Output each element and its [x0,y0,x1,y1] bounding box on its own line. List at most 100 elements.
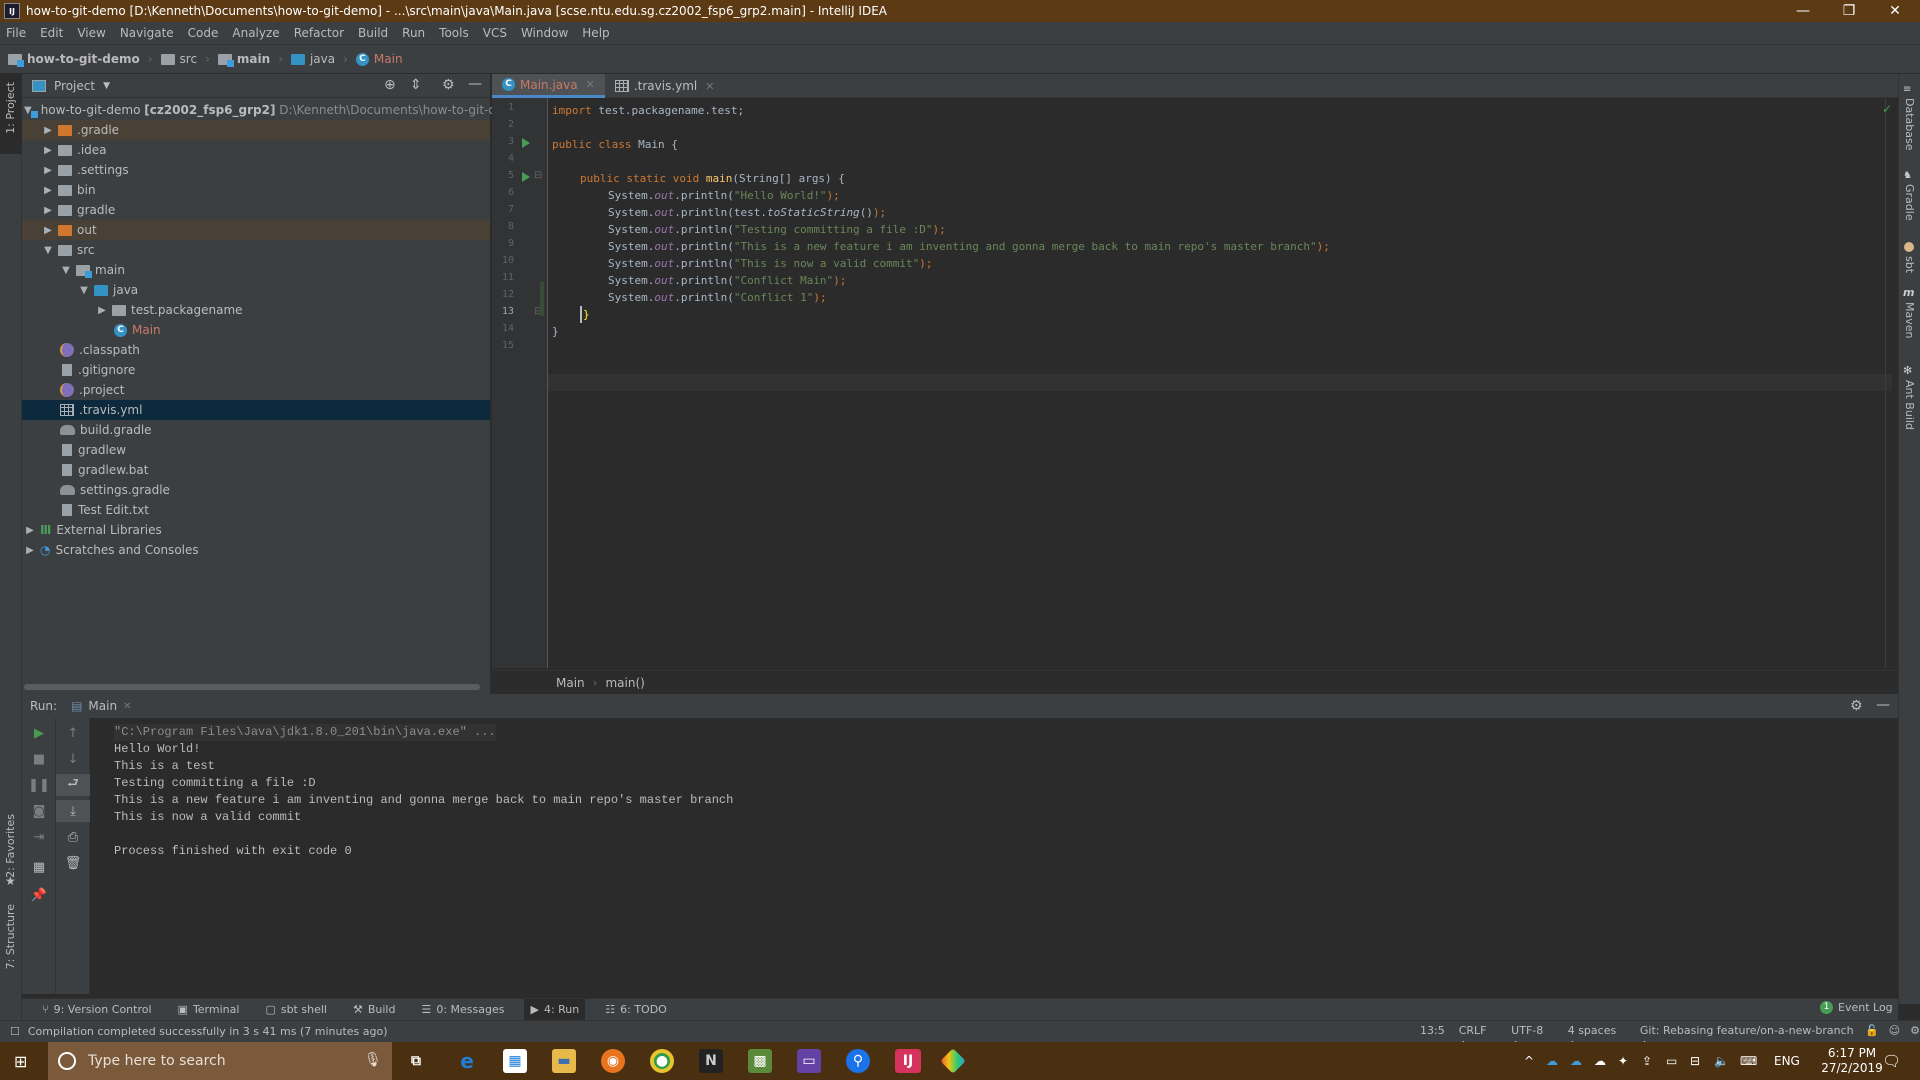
breadcrumb-main-class[interactable]: C Main [355,52,403,66]
windows-start-icon[interactable]: ⊞ [14,1052,27,1071]
minecraft-icon[interactable]: ▩ [748,1049,772,1073]
collapse-arrow-icon[interactable]: ▼ [60,265,72,276]
gear-icon[interactable]: ⚙ [1850,698,1863,714]
console-output[interactable]: "C:\Program Files\Java\jdk1.8.0_201\bin\… [92,718,1892,988]
tree-item[interactable]: ▼ java [22,280,490,300]
network-icon[interactable]: ⊟ [1690,1042,1700,1080]
tree-item[interactable]: gradlew [22,440,490,460]
tool-version-control[interactable]: ⑂ 9: Version Control [36,999,158,1021]
show-hidden-icons[interactable]: ^ [1524,1042,1534,1080]
tree-item[interactable]: ▶ .gradle [22,120,490,140]
menu-vcs[interactable]: VCS [483,26,507,40]
toggle-tool-windows-icon[interactable]: ☐ [10,1025,20,1038]
menu-help[interactable]: Help [582,26,609,40]
tool-todo[interactable]: ☷ 6: TODO [599,999,673,1021]
tree-item[interactable]: ▶ ◔ Scratches and Consoles [22,540,490,560]
tool-terminal[interactable]: ▣ Terminal [172,999,246,1021]
store-icon[interactable]: ▦ [503,1049,527,1073]
onedrive-icon[interactable]: ☁ [1570,1042,1582,1080]
expand-arrow-icon[interactable]: ▶ [42,205,54,216]
tree-item[interactable]: ▶ gradle [22,200,490,220]
microphone-icon[interactable]: 🎙 [364,1052,382,1068]
menu-view[interactable]: View [77,26,105,40]
rerun-icon[interactable]: ▶ [22,722,56,744]
minimize-button[interactable]: — [1780,0,1826,22]
expand-arrow-icon[interactable]: ▶ [24,525,36,536]
tree-item[interactable]: .classpath [22,340,490,360]
maps-pin-icon[interactable]: ⚲ [846,1049,870,1073]
tree-item[interactable]: ▶ .idea [22,140,490,160]
down-arrow-icon[interactable]: ↓ [56,748,90,770]
menu-tools[interactable]: Tools [439,26,469,40]
trash-icon[interactable]: 🗑 [56,852,90,874]
locate-target-icon[interactable]: ⊕ [384,77,396,93]
vcs-change-marker[interactable] [540,282,544,316]
menu-window[interactable]: Window [521,26,568,40]
battery-icon[interactable]: ▭ [1666,1042,1677,1080]
pause-icon[interactable]: ❚❚ [22,774,56,796]
breadcrumb-java[interactable]: java › [290,52,348,66]
chrome-icon[interactable]: ● [650,1049,674,1073]
tab-travis-yml[interactable]: .travis.yml ✕ [605,74,725,98]
expand-arrow-icon[interactable]: ▶ [24,545,36,556]
tree-item[interactable]: ▶ .settings [22,160,490,180]
project-view-select[interactable]: Project [54,79,95,93]
input-language[interactable]: ENG [1774,1042,1800,1080]
tree-item[interactable]: ▶ Ⅲ External Libraries [22,520,490,540]
firefox-icon[interactable]: ◉ [601,1049,625,1073]
gear-icon[interactable]: ⚙ [442,77,455,93]
tool-run[interactable]: ▶ 4: Run [524,998,586,1021]
run-gutter-icon[interactable] [522,138,530,148]
tree-item[interactable]: Test Edit.txt [22,500,490,520]
cloud-upload-icon[interactable]: ⇪ [1642,1042,1652,1080]
expand-arrow-icon[interactable]: ▶ [42,165,54,176]
tree-item[interactable]: ▼ main [22,260,490,280]
camera-dump-icon[interactable]: ◙ [22,800,56,822]
close-tab-icon[interactable]: ✕ [705,80,714,93]
task-view-icon[interactable]: ⧉ [404,1049,428,1073]
tree-item[interactable]: ▶ out [22,220,490,240]
tree-item[interactable]: ▶ bin [22,180,490,200]
database-tool-tab[interactable]: Database [1903,98,1916,151]
run-gutter-icon[interactable] [522,172,530,182]
login-exit-icon[interactable]: ⇥ [22,826,56,848]
event-log-button[interactable]: 1 Event Log [1820,1001,1893,1014]
tree-item[interactable]: settings.gradle [22,480,490,500]
chevron-down-icon[interactable]: ▼ [103,81,110,91]
ant-build-tool-tab[interactable]: Ant Build [1903,380,1916,430]
twitch-icon[interactable]: ▭ [797,1049,821,1073]
taskbar-search[interactable]: Type here to search 🎙 [48,1042,392,1080]
fold-icon[interactable]: ⊟ [534,170,542,181]
favorites-tool-tab[interactable]: 2: Favorites [4,814,17,878]
menu-build[interactable]: Build [358,26,388,40]
git-kraken-icon[interactable] [940,1048,966,1074]
inspection-ok-check-icon[interactable]: ✓ [1882,102,1892,116]
breadcrumb-main[interactable]: main › [217,52,283,67]
file-explorer-icon[interactable]: ▬ [552,1049,576,1073]
code-area[interactable]: import test.packagename.test; public cla… [552,98,1892,668]
onedrive-icon[interactable]: ☁ [1546,1042,1558,1080]
cloud-icon[interactable]: ☁ [1594,1042,1606,1080]
menu-code[interactable]: Code [188,26,219,40]
menu-run[interactable]: Run [402,26,425,40]
up-arrow-icon[interactable]: ↑ [56,722,90,744]
volume-icon[interactable]: 🔈 [1714,1042,1729,1080]
tree-item[interactable]: ▶ test.packagename [22,300,490,320]
collapse-all-icon[interactable]: ⇕ [410,77,422,93]
expand-arrow-icon[interactable]: ▶ [42,185,54,196]
keyboard-icon[interactable]: ⌨ [1740,1042,1757,1080]
menu-refactor[interactable]: Refactor [294,26,344,40]
tab-main-java[interactable]: C Main.java ✕ [492,74,605,98]
collapse-arrow-icon[interactable]: ▼ [42,245,54,256]
expand-arrow-icon[interactable]: ▶ [42,145,54,156]
layout-icon[interactable]: ▦ [22,856,56,878]
edge-icon[interactable]: e [455,1049,479,1073]
maven-tool-tab[interactable]: Maven [1903,302,1916,338]
collapse-arrow-icon[interactable]: ▼ [78,285,90,296]
expand-arrow-icon[interactable]: ▶ [42,225,54,236]
tree-item[interactable]: build.gradle [22,420,490,440]
soft-wrap-icon[interactable]: ⮐ [56,774,90,796]
tool-build[interactable]: ⚒ Build [347,999,402,1021]
tree-item[interactable]: gradlew.bat [22,460,490,480]
tree-item[interactable]: ▼ src [22,240,490,260]
